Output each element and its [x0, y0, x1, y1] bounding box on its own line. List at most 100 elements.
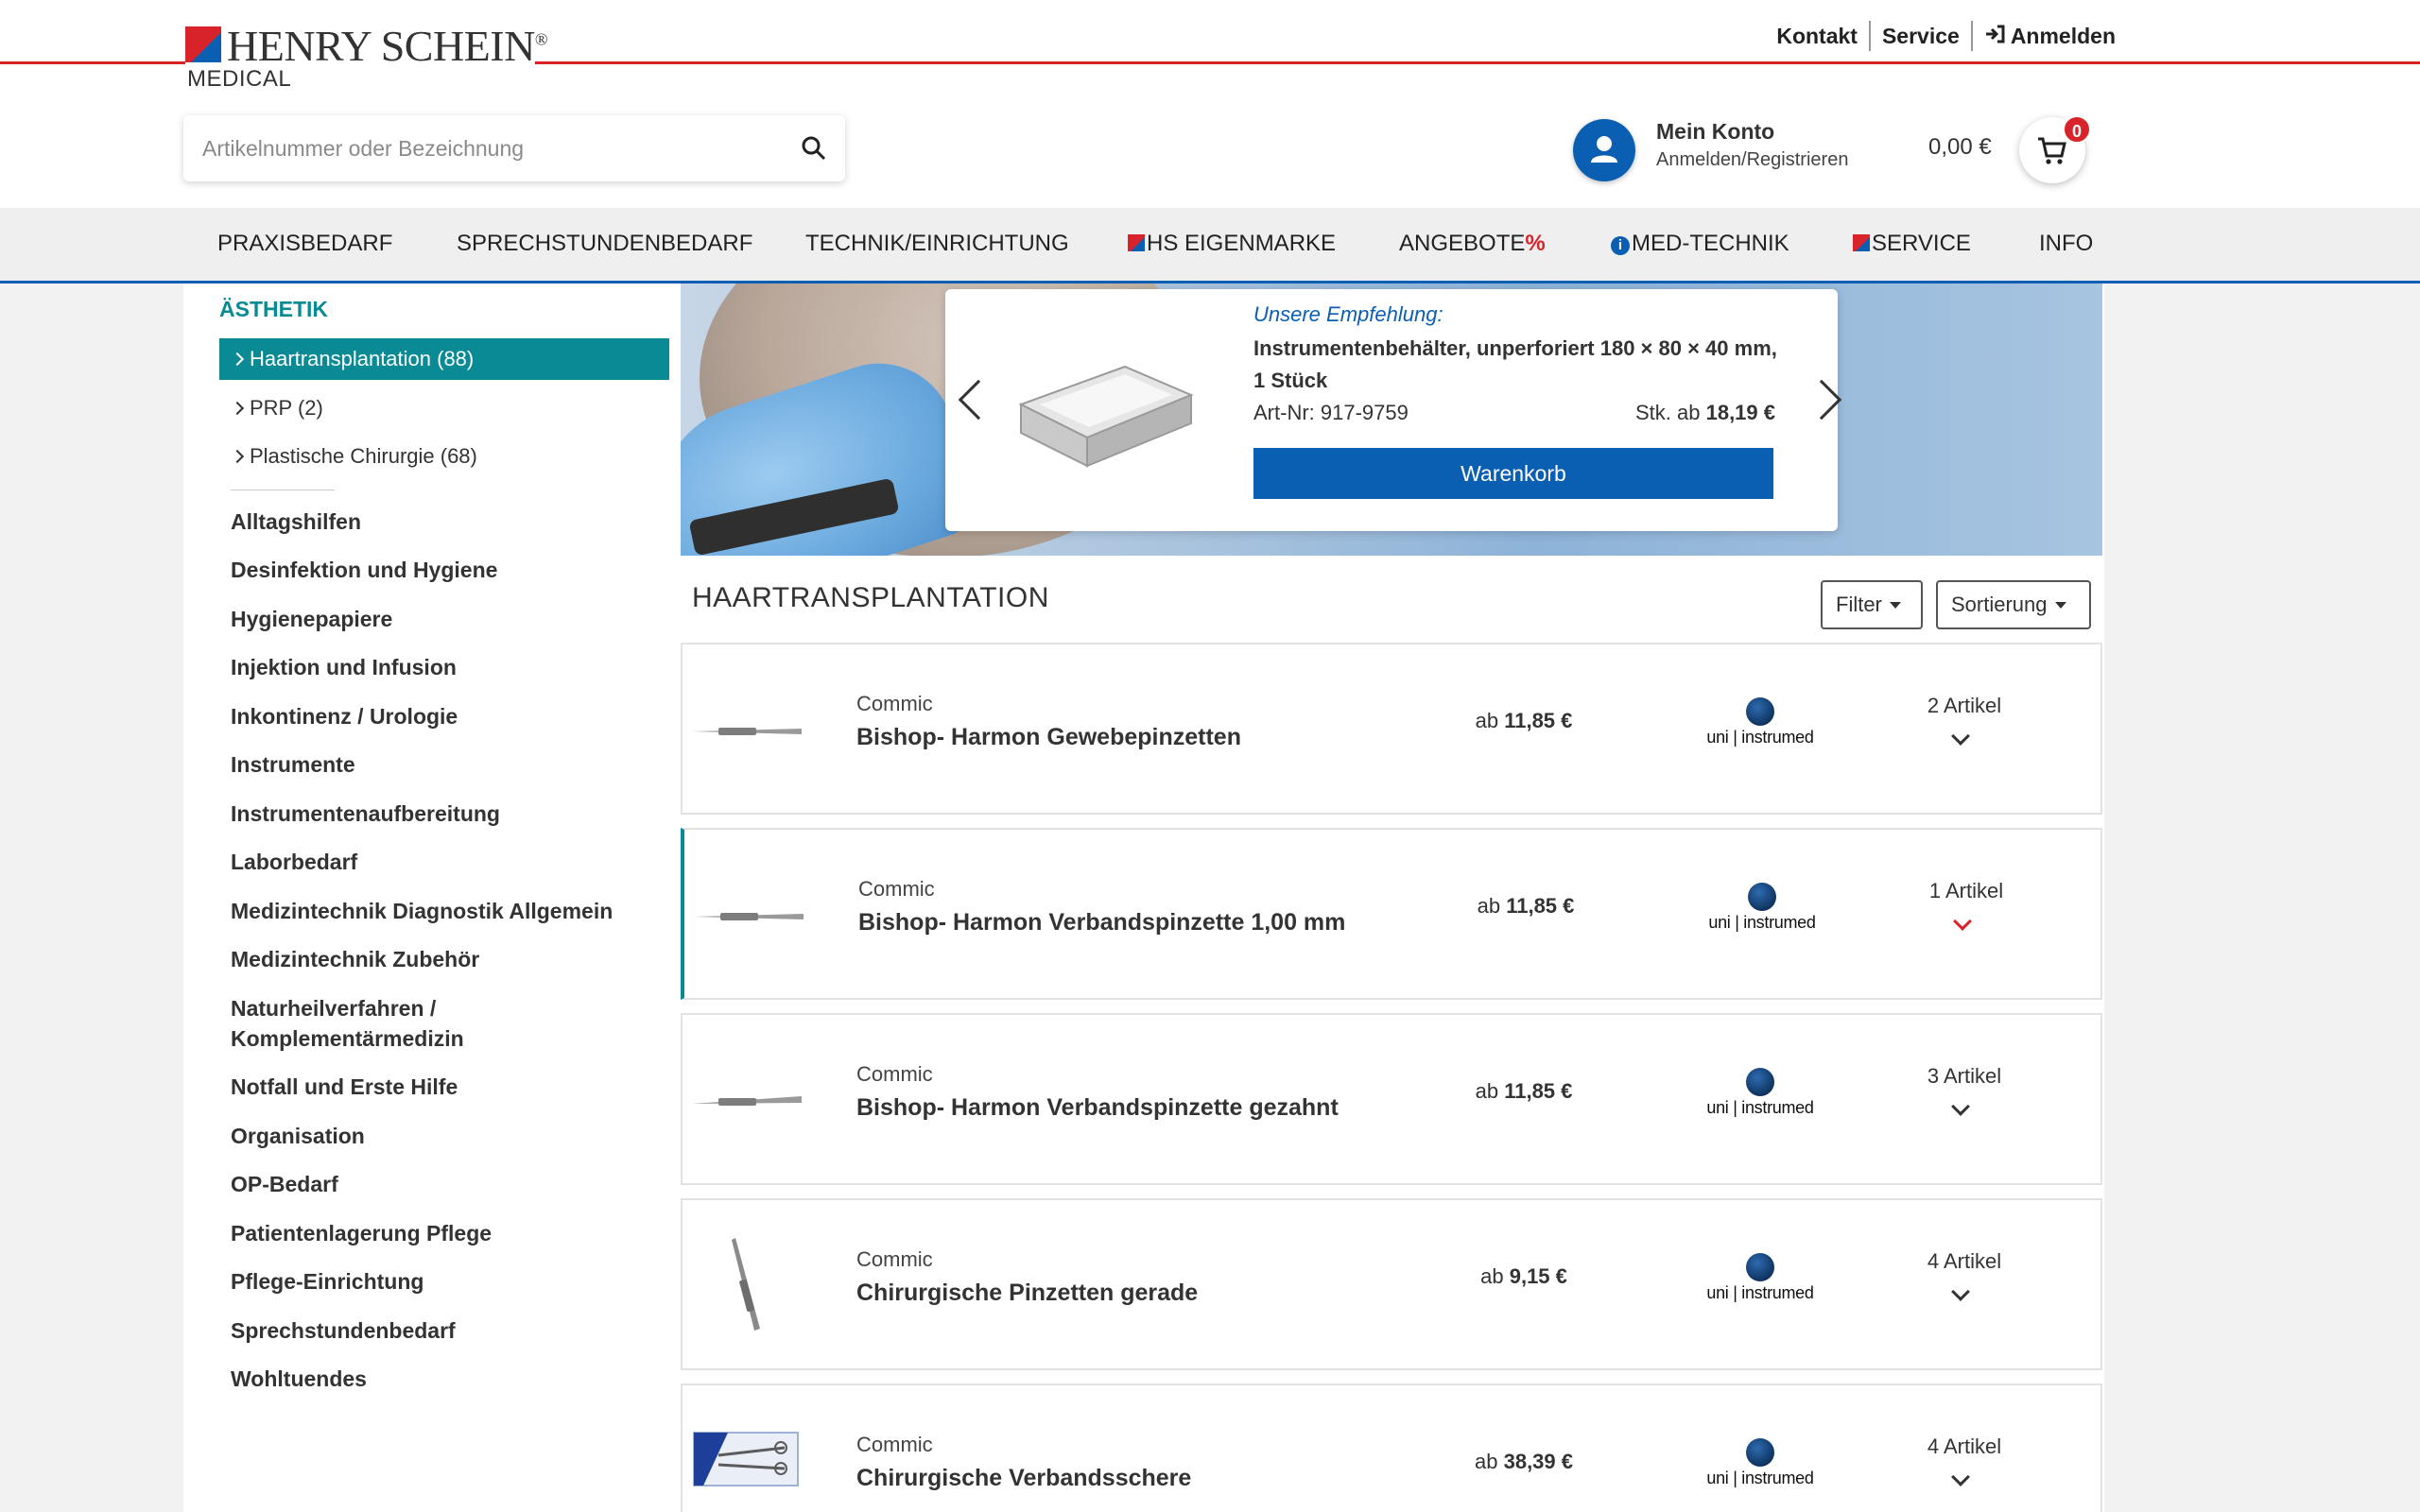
- nav-hs-eigenmarke[interactable]: HS EIGENMARKE: [1128, 231, 1336, 257]
- caret-down-icon: [2054, 602, 2066, 609]
- variant-count[interactable]: 2 Artikel: [1908, 694, 2021, 718]
- sidebar-category[interactable]: OP-Bedarf: [231, 1169, 647, 1199]
- service-link[interactable]: Service: [1882, 24, 1960, 49]
- variant-count[interactable]: 1 Artikel: [1910, 879, 2023, 903]
- nav-med-technik[interactable]: i MED-TECHNIK: [1611, 231, 1789, 257]
- sidebar-category[interactable]: Pflege-Einrichtung: [231, 1266, 647, 1297]
- login-link[interactable]: Anmelden: [1984, 24, 2116, 49]
- user-icon[interactable]: [1573, 119, 1635, 181]
- login-label: Anmelden: [2010, 23, 2116, 48]
- chevron-down-icon[interactable]: [1951, 1282, 1970, 1301]
- chevron-down-icon[interactable]: [1951, 1097, 1970, 1116]
- chevron-right-icon: [230, 401, 245, 416]
- sidebar-category[interactable]: Inkontinenz / Urologie: [231, 701, 647, 731]
- logo-wordmark: HENRY SCHEIN®: [227, 22, 548, 70]
- promo-banner: Unsere Empfehlung: Instrumentenbehälter,…: [681, 284, 2102, 556]
- account-title[interactable]: Mein Konto: [1656, 119, 1774, 145]
- sidebar-subcategory-plastische-chirurgie[interactable]: Plastische Chirurgie (68): [219, 436, 669, 477]
- henry-schein-logo[interactable]: HENRY SCHEIN® MEDICAL: [185, 19, 548, 94]
- sidebar-category[interactable]: Naturheilverfahren / Komplementärmedizin: [231, 993, 543, 1054]
- top-links: Kontakt Service Anmelden: [1776, 21, 2116, 51]
- hs-flag-icon: [1128, 234, 1145, 251]
- kontakt-link[interactable]: Kontakt: [1776, 24, 1858, 49]
- nav-sprechstundenbedarf[interactable]: SPRECHSTUNDENBEDARF: [457, 231, 752, 257]
- price-value: 11,85 €: [1504, 709, 1573, 732]
- product-row[interactable]: Commic Bishop- Harmon Gewebepinzetten ab…: [681, 643, 2102, 815]
- price-value: 11,85 €: [1504, 1079, 1573, 1103]
- caret-down-icon: [1889, 602, 1901, 609]
- login-icon: [1985, 25, 2005, 43]
- main-navigation: PRAXISBEDARF SPRECHSTUNDENBEDARF TECHNIK…: [0, 208, 2420, 284]
- price-value: 18,19 €: [1705, 401, 1775, 424]
- sidebar-subcategory-label: Haartransplantation (88): [250, 347, 475, 370]
- product-row[interactable]: Commic Bishop- Harmon Verbandspinzette g…: [681, 1013, 2102, 1185]
- cart-button[interactable]: 0: [2019, 115, 2091, 183]
- sidebar-heading[interactable]: ÄSTHETIK: [219, 297, 328, 322]
- sidebar-category[interactable]: Instrumente: [231, 749, 647, 780]
- product-row[interactable]: Commic Bishop- Harmon Verbandspinzette 1…: [681, 828, 2102, 1000]
- chevron-down-icon[interactable]: [1953, 912, 1972, 931]
- sidebar-subcategory-label: Plastische Chirurgie (68): [250, 444, 477, 468]
- chevron-down-icon[interactable]: [1951, 1468, 1970, 1486]
- price-prefix: ab: [1477, 894, 1501, 918]
- nav-info[interactable]: INFO: [2039, 231, 2093, 257]
- product-name[interactable]: Chirurgische Verbandsschere: [856, 1465, 1191, 1492]
- recommendation-article-number: Art-Nr: 917-9759: [1253, 401, 1409, 424]
- product-row[interactable]: Commic Chirurgische Verbandsschere ab 38…: [681, 1383, 2102, 1512]
- product-row[interactable]: Commic Chirurgische Pinzetten gerade ab …: [681, 1198, 2102, 1370]
- nav-service-label: SERVICE: [1872, 231, 1971, 256]
- product-name[interactable]: Chirurgische Pinzetten gerade: [856, 1280, 1198, 1307]
- sort-dropdown[interactable]: Sortierung: [1936, 580, 2091, 629]
- manufacturer-logo-mark: [1746, 1068, 1774, 1096]
- sidebar-category[interactable]: Instrumentenaufbereitung: [231, 799, 647, 829]
- chevron-right-icon: [230, 352, 245, 367]
- nav-technik-einrichtung[interactable]: TECHNIK/EINRICHTUNG: [805, 231, 1069, 257]
- divider: [1970, 21, 1973, 51]
- price-prefix: Stk. ab: [1634, 401, 1701, 424]
- add-to-cart-button[interactable]: Warenkorb: [1253, 448, 1773, 499]
- sidebar-category[interactable]: Injektion und Infusion: [231, 652, 647, 682]
- nav-service[interactable]: SERVICE: [1853, 231, 1971, 257]
- manufacturer-logo: uni | instrumed: [1694, 697, 1826, 754]
- sidebar-subcategory-prp[interactable]: PRP (2): [219, 387, 669, 429]
- product-price: ab 38,39 €: [1458, 1450, 1590, 1474]
- header-red-line: [0, 61, 185, 64]
- sidebar-subcategory-haartransplantation[interactable]: Haartransplantation (88): [219, 338, 669, 380]
- sidebar-category[interactable]: Alltagshilfen: [231, 507, 647, 537]
- product-name[interactable]: Bishop- Harmon Gewebepinzetten: [856, 724, 1241, 751]
- price-value: 38,39 €: [1503, 1450, 1573, 1473]
- product-name[interactable]: Bishop- Harmon Verbandspinzette 1,00 mm: [858, 909, 1345, 936]
- sidebar-category[interactable]: Sprechstundenbedarf: [231, 1315, 647, 1346]
- chevron-right-icon: [230, 449, 245, 464]
- nav-praxisbedarf[interactable]: PRAXISBEDARF: [217, 231, 392, 257]
- manufacturer-logo: uni | instrumed: [1696, 883, 1828, 939]
- sidebar-category[interactable]: Laborbedarf: [231, 847, 647, 877]
- sidebar-category[interactable]: Notfall und Erste Hilfe: [231, 1072, 647, 1102]
- percent-icon: %: [1525, 231, 1546, 256]
- price-prefix: ab: [1474, 1450, 1498, 1473]
- search-icon[interactable]: [800, 134, 828, 163]
- account-menu[interactable]: Mein Konto Anmelden/Registrieren: [1573, 117, 1951, 183]
- account-subtitle[interactable]: Anmelden/Registrieren: [1656, 149, 1848, 171]
- sidebar-category[interactable]: Organisation: [231, 1121, 647, 1151]
- variant-count[interactable]: 3 Artikel: [1908, 1064, 2021, 1089]
- variant-count[interactable]: 4 Artikel: [1908, 1249, 2021, 1274]
- chevron-down-icon[interactable]: [1951, 727, 1970, 746]
- sidebar-category[interactable]: Medizintechnik Diagnostik Allgemein: [231, 896, 647, 926]
- sidebar-category[interactable]: Wohltuendes: [231, 1364, 647, 1394]
- sidebar-category[interactable]: Patientenlagerung Pflege: [231, 1218, 647, 1248]
- search-input[interactable]: [202, 115, 769, 181]
- sidebar-category[interactable]: Hygienepapiere: [231, 604, 647, 634]
- nav-angebote[interactable]: ANGEBOTE%: [1399, 231, 1546, 257]
- product-price: ab 11,85 €: [1458, 1079, 1590, 1104]
- sidebar-category[interactable]: Medizintechnik Zubehör: [231, 944, 647, 974]
- filter-dropdown[interactable]: Filter: [1821, 580, 1923, 629]
- variant-count[interactable]: 4 Artikel: [1908, 1435, 2021, 1459]
- product-name[interactable]: Bishop- Harmon Verbandspinzette gezahnt: [856, 1094, 1339, 1122]
- sidebar-category[interactable]: Desinfektion und Hygiene: [231, 555, 647, 585]
- header-red-line: [535, 61, 2420, 64]
- divider: [1868, 21, 1871, 51]
- recommendation-title[interactable]: Instrumentenbehälter, unperforiert 180 ×…: [1253, 333, 1792, 397]
- manufacturer-name: uni | instrumed: [1706, 1469, 1814, 1487]
- manufacturer-name: uni | instrumed: [1706, 728, 1814, 747]
